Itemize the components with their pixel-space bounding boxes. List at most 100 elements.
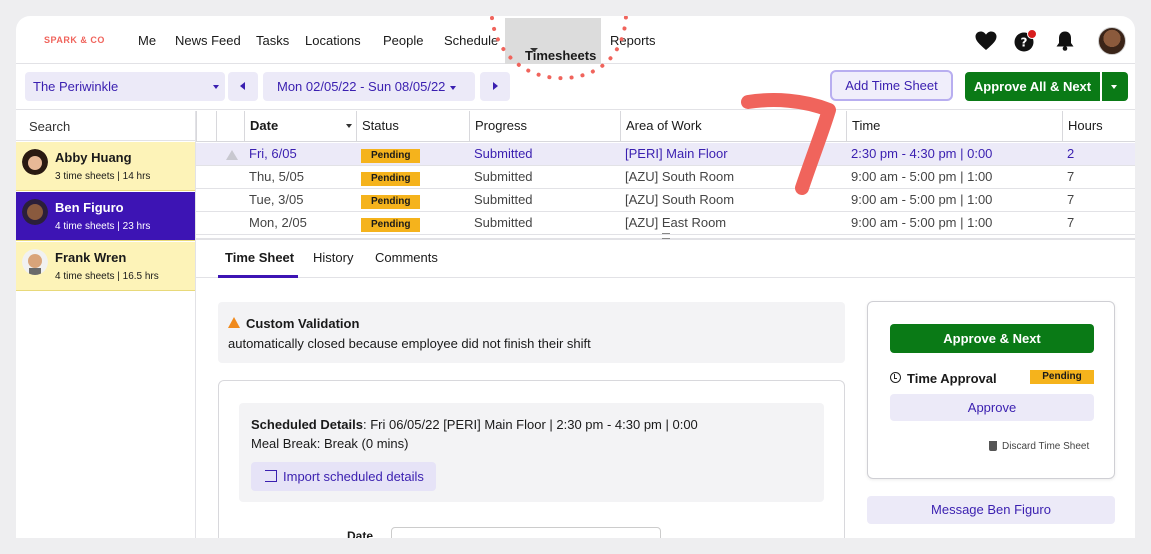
chevron-down-icon <box>213 85 219 89</box>
drag-grip-icon[interactable] <box>662 233 670 239</box>
import-scheduled-details-button[interactable]: Import scheduled details <box>251 462 436 491</box>
person-meta: 4 time sheets | 16.5 hrs <box>55 271 159 282</box>
row-date: Mon, 2/05 <box>249 215 307 230</box>
status-badge: Pending <box>361 195 421 209</box>
location-select[interactable]: The Periwinkle <box>25 72 225 101</box>
trash-icon[interactable] <box>989 441 997 451</box>
tab-comments[interactable]: Comments <box>375 250 438 265</box>
tab-history[interactable]: History <box>313 250 353 265</box>
avatar <box>22 199 48 225</box>
table-row[interactable]: Tue, 3/05 Pending Submitted [AZU] South … <box>196 189 1135 212</box>
timesheet-form-card: Scheduled Details: Fri 06/05/22 [PERI] M… <box>218 380 845 538</box>
row-status: Pending <box>356 166 469 188</box>
header-area-of-work[interactable]: Area of Work <box>620 111 846 141</box>
location-select-value: The Periwinkle <box>33 79 119 94</box>
row-status: Pending <box>356 143 469 165</box>
row-time: 9:00 am - 5:00 pm | 1:00 <box>851 215 993 230</box>
header-date[interactable]: Date <box>244 111 356 141</box>
table-row[interactable]: Mon, 2/05 Pending Submitted [AZU] East R… <box>196 212 1135 235</box>
nav-tasks[interactable]: Tasks <box>256 33 289 48</box>
warning-icon <box>228 317 240 328</box>
tab-time-sheet[interactable]: Time Sheet <box>225 250 294 265</box>
row-date: Fri, 6/05 <box>249 146 297 161</box>
validation-title: Custom Validation <box>246 316 360 331</box>
row-progress: Submitted <box>474 215 533 230</box>
user-avatar[interactable] <box>1098 27 1126 55</box>
date-range-select[interactable]: Mon 02/05/22 - Sun 08/05/22 <box>263 72 475 101</box>
nav-news-feed[interactable]: News Feed <box>175 33 241 48</box>
header-progress[interactable]: Progress <box>469 111 620 141</box>
scheduled-details-value: : Fri 06/05/22 [PERI] Main Floor | 2:30 … <box>362 417 698 432</box>
brand-logo[interactable]: SPARK & CO <box>44 35 105 45</box>
top-nav: SPARK & CO Me News Feed Tasks Locations … <box>16 16 1135 64</box>
row-progress: Submitted <box>474 192 533 207</box>
nav-people[interactable]: People <box>383 33 423 48</box>
search-input[interactable]: Search <box>16 111 196 141</box>
person-meta: 3 time sheets | 14 hrs <box>55 171 151 182</box>
header-time[interactable]: Time <box>846 111 1062 141</box>
table-row[interactable]: Thu, 5/05 Pending Submitted [AZU] South … <box>196 166 1135 189</box>
header-status[interactable]: Status <box>356 111 469 141</box>
date-field[interactable] <box>391 527 661 538</box>
status-badge: Pending <box>1030 370 1094 384</box>
date-field-label: Date <box>347 529 374 538</box>
person-item-ben-figuro[interactable]: Ben Figuro 4 time sheets | 23 hrs <box>16 192 195 241</box>
person-item-abby-huang[interactable]: Abby Huang 3 time sheets | 14 hrs <box>16 142 195 191</box>
bell-icon[interactable] <box>1053 29 1077 53</box>
add-time-sheet-button[interactable]: Add Time Sheet <box>830 70 953 101</box>
person-item-frank-wren[interactable]: Frank Wren 4 time sheets | 16.5 hrs <box>16 242 195 291</box>
row-progress: Submitted <box>474 169 533 184</box>
approve-all-next-button[interactable]: Approve All & Next <box>965 72 1100 101</box>
person-meta: 4 time sheets | 23 hrs <box>55 221 151 232</box>
date-navigator: Mon 02/05/22 - Sun 08/05/22 <box>228 72 511 101</box>
detail-tabs: Time Sheet History Comments <box>196 240 1135 278</box>
chevron-right-icon <box>493 82 498 90</box>
row-area: [AZU] East Room <box>625 215 727 230</box>
discard-time-sheet-link[interactable]: Discard Time Sheet <box>1002 441 1089 452</box>
approve-button[interactable]: Approve <box>890 394 1094 421</box>
help-icon[interactable]: ? <box>1013 29 1037 53</box>
row-time: 9:00 am - 5:00 pm | 1:00 <box>851 192 993 207</box>
row-area: [AZU] South Room <box>625 192 735 207</box>
scheduled-details-line: Scheduled Details: Fri 06/05/22 [PERI] M… <box>251 417 698 432</box>
chevron-down-icon <box>530 48 538 52</box>
person-name: Ben Figuro <box>55 200 124 215</box>
warning-icon <box>226 150 238 160</box>
row-status: Pending <box>356 189 469 211</box>
validation-description: automatically closed because employee di… <box>228 336 591 351</box>
nav-timesheets[interactable]: Timesheets <box>505 18 601 64</box>
approve-all-dropdown-button[interactable] <box>1102 72 1128 101</box>
next-week-button[interactable] <box>480 72 510 101</box>
nav-reports[interactable]: Reports <box>610 33 656 48</box>
nav-schedule[interactable]: Schedule <box>444 33 498 48</box>
validation-notice: Custom Validation automatically closed b… <box>218 302 845 363</box>
sort-icon <box>346 124 352 128</box>
time-approval-label: Time Approval <box>907 371 997 386</box>
header-indicator-col <box>196 111 216 141</box>
table-header: Date Status Progress Area of Work Time H… <box>196 111 1135 142</box>
prev-week-button[interactable] <box>228 72 258 101</box>
row-progress: Submitted <box>474 146 533 161</box>
message-employee-button[interactable]: Message Ben Figuro <box>867 496 1115 524</box>
header-hours[interactable]: Hours <box>1062 111 1135 141</box>
heart-icon[interactable] <box>974 29 998 53</box>
header-date-label: Date <box>250 118 279 133</box>
table-row[interactable]: Fri, 6/05 Pending Submitted [PERI] Main … <box>196 143 1135 166</box>
approve-next-button[interactable]: Approve & Next <box>890 324 1094 353</box>
toolbar: The Periwinkle Mon 02/05/22 - Sun 08/05/… <box>16 64 1135 110</box>
active-tab-indicator <box>218 275 298 278</box>
approval-card: Approve & Next Time Approval Pending App… <box>867 301 1115 479</box>
chevron-down-icon <box>1111 85 1117 89</box>
scheduled-details: Scheduled Details: Fri 06/05/22 [PERI] M… <box>239 403 824 502</box>
row-status: Pending <box>356 212 469 234</box>
clock-icon <box>890 372 901 383</box>
avatar <box>22 149 48 175</box>
app-frame: SPARK & CO Me News Feed Tasks Locations … <box>16 16 1135 538</box>
avatar <box>22 249 48 275</box>
meal-break: Meal Break: Break (0 mins) <box>251 436 409 451</box>
import-button-label: Import scheduled details <box>283 469 424 484</box>
timesheet-table: Date Status Progress Area of Work Time H… <box>196 111 1135 239</box>
nav-locations[interactable]: Locations <box>305 33 361 48</box>
nav-me[interactable]: Me <box>138 33 156 48</box>
date-range-value: Mon 02/05/22 - Sun 08/05/22 <box>277 79 446 94</box>
